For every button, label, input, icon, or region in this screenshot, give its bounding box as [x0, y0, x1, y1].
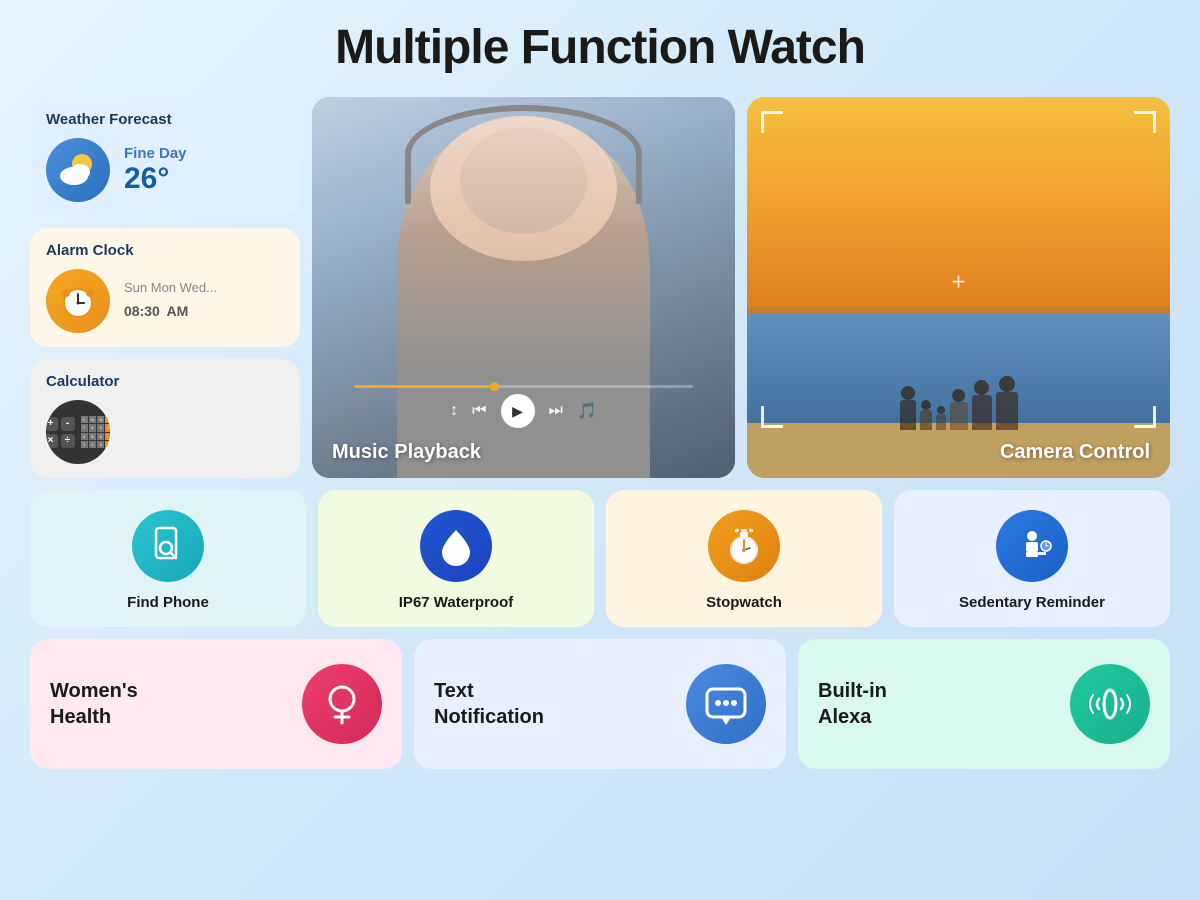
camera-corner-tr — [1134, 111, 1156, 133]
find-phone-icon — [132, 510, 204, 582]
alarm-card: Alarm Clock Sun Mon Wed... — [30, 228, 300, 347]
builtin-alexa-icon — [1070, 664, 1150, 744]
womens-health-label: Women'sHealth — [50, 678, 138, 730]
womens-health-icon — [302, 664, 382, 744]
camera-focus-icon: + — [951, 268, 965, 296]
text-notification-label: TextNotification — [434, 678, 544, 730]
music-prev-button[interactable]: ⏮ — [472, 402, 486, 420]
alarm-icon — [46, 269, 110, 333]
alarm-title: Alarm Clock — [46, 242, 284, 259]
camera-label: Camera Control — [1000, 441, 1150, 464]
music-shuffle-button[interactable]: ↕ — [450, 402, 458, 420]
music-progress-bar[interactable] — [354, 385, 692, 388]
waterproof-label: IP67 Waterproof — [399, 594, 513, 611]
builtin-alexa-label: Built-inAlexa — [818, 678, 887, 730]
music-repeat-button[interactable]: 🎵 — [577, 401, 597, 421]
womens-health-card: Women'sHealth — [30, 639, 402, 769]
sedentary-card: Sedentary Reminder — [894, 490, 1170, 627]
text-notification-card: TextNotification — [414, 639, 786, 769]
weather-card: Weather Forecast Fine Day 26° — [30, 97, 300, 216]
weather-condition: Fine Day — [124, 145, 187, 162]
calculator-title: Calculator — [46, 373, 284, 390]
waterproof-card: IP67 Waterproof — [318, 490, 594, 627]
weather-icon — [46, 138, 110, 202]
text-notification-icon — [686, 664, 766, 744]
weather-title: Weather Forecast — [46, 111, 284, 128]
music-next-button[interactable]: ⏭ — [549, 402, 563, 420]
music-label: Music Playback — [332, 441, 481, 464]
find-phone-card: Find Phone — [30, 490, 306, 627]
weather-temperature: 26° — [124, 162, 187, 196]
sedentary-label: Sedentary Reminder — [959, 594, 1105, 611]
stopwatch-icon — [708, 510, 780, 582]
find-phone-label: Find Phone — [127, 594, 209, 611]
builtin-alexa-card: Built-inAlexa — [798, 639, 1170, 769]
sedentary-icon — [996, 510, 1068, 582]
stopwatch-card: Stopwatch — [606, 490, 882, 627]
stopwatch-label: Stopwatch — [706, 594, 782, 611]
camera-corner-br — [1134, 406, 1156, 428]
alarm-time: 08:30 AM — [124, 295, 217, 323]
camera-corner-tl — [761, 111, 783, 133]
alarm-days: Sun Mon Wed... — [124, 280, 217, 295]
music-play-button[interactable]: ▶ — [501, 394, 535, 428]
camera-corner-bl — [761, 406, 783, 428]
waterproof-icon — [420, 510, 492, 582]
page-title: Multiple Function Watch — [335, 20, 865, 75]
music-card: ↕ ⏮ ▶ ⏭ 🎵 Music Playback — [312, 97, 735, 478]
calculator-icon: + - × ÷ C % % ÷ 7 8 9 — [46, 400, 110, 464]
calculator-card: Calculator + - × ÷ C % — [30, 359, 300, 478]
camera-card: + Camera Control — [747, 97, 1170, 478]
